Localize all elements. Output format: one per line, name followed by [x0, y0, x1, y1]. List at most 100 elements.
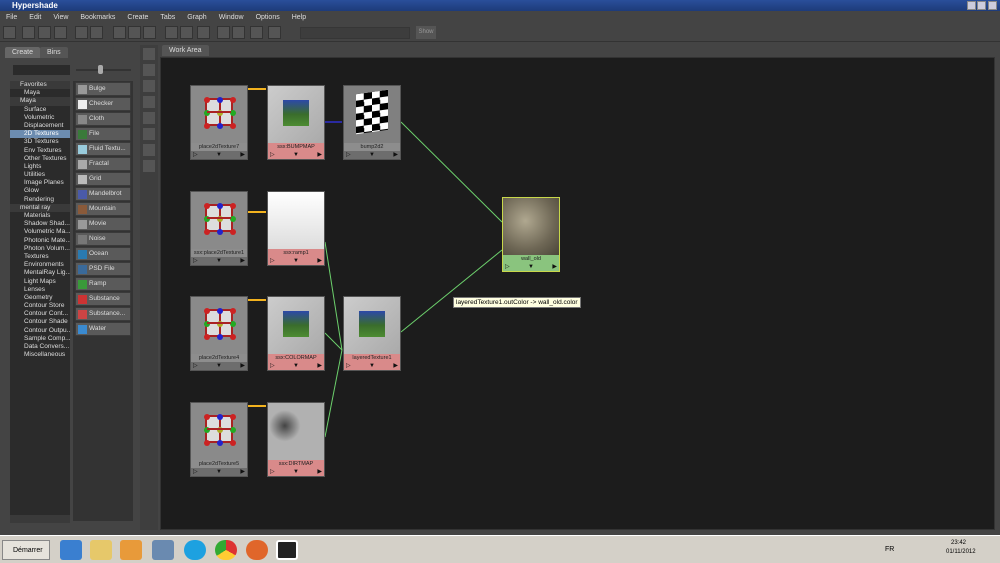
- toolbar-button[interactable]: [22, 26, 35, 39]
- toolbar-button[interactable]: [197, 26, 210, 39]
- input-port-icon[interactable]: ▷: [193, 151, 198, 159]
- output-port-icon[interactable]: ▶: [317, 362, 322, 370]
- toolbar-button[interactable]: [268, 26, 281, 39]
- maximize-button[interactable]: [977, 1, 986, 10]
- output-port-icon[interactable]: ▶: [240, 151, 245, 159]
- tree-item[interactable]: Miscellaneous: [10, 351, 70, 359]
- shading-node[interactable]: place2dTexture5 ▷ ▼ ▶: [190, 402, 248, 477]
- tree-item[interactable]: Displacement: [10, 122, 70, 130]
- output-port-icon[interactable]: ▶: [393, 362, 398, 370]
- node-button[interactable]: Mandelbrot: [75, 187, 131, 201]
- tree-header[interactable]: Favorites: [10, 81, 70, 90]
- expand-icon[interactable]: ▼: [216, 468, 222, 476]
- expand-icon[interactable]: ▼: [369, 362, 375, 370]
- node-button[interactable]: Substance: [75, 292, 131, 306]
- input-port-icon[interactable]: ▷: [346, 151, 351, 159]
- tree-item[interactable]: Glow: [10, 187, 70, 195]
- shading-node[interactable]: ssx:ramp1 ▷ ▼ ▶: [267, 191, 325, 266]
- expand-icon[interactable]: ▼: [293, 151, 299, 159]
- tree-item[interactable]: Image Planes: [10, 179, 70, 187]
- output-port-icon[interactable]: ▶: [240, 257, 245, 265]
- toolbar-button[interactable]: [113, 26, 126, 39]
- maya-icon[interactable]: [276, 540, 298, 560]
- tab-work-area[interactable]: Work Area: [162, 45, 209, 56]
- expand-icon[interactable]: ▼: [369, 151, 375, 159]
- node-button[interactable]: Checker: [75, 97, 131, 111]
- horizontal-scrollbar[interactable]: [10, 515, 70, 523]
- node-button[interactable]: Fractal: [75, 157, 131, 171]
- toolbar-button[interactable]: [232, 26, 245, 39]
- output-port-icon[interactable]: ▶: [393, 151, 398, 159]
- tree-item[interactable]: Photon Volum...: [10, 245, 70, 253]
- toolbar-search-field[interactable]: [300, 27, 410, 39]
- shading-node[interactable]: ssx:place2dTexture1 ▷ ▼ ▶: [190, 191, 248, 266]
- expand-icon[interactable]: ▼: [216, 151, 222, 159]
- media-player-icon[interactable]: [120, 540, 142, 560]
- node-button[interactable]: Fluid Textu...: [75, 142, 131, 156]
- output-port-icon[interactable]: ▶: [552, 263, 557, 271]
- expand-icon[interactable]: ▼: [293, 362, 299, 370]
- tree-item[interactable]: Light Maps: [10, 278, 70, 286]
- shading-node[interactable]: ssx:BUMPMAP ▷ ▼ ▶: [267, 85, 325, 160]
- menu-tabs[interactable]: Tabs: [154, 12, 181, 24]
- tree-item[interactable]: Volumetric: [10, 114, 70, 122]
- expand-icon[interactable]: ▼: [293, 257, 299, 265]
- tab-create[interactable]: Create: [5, 47, 41, 58]
- tree-item[interactable]: Lights: [10, 163, 70, 171]
- input-port-icon[interactable]: ▷: [270, 468, 275, 476]
- input-port-icon[interactable]: ▷: [505, 263, 510, 271]
- output-port-icon[interactable]: ▶: [240, 468, 245, 476]
- shading-node[interactable]: bump2d2 ▷ ▼ ▶: [343, 85, 401, 160]
- node-button[interactable]: Grid: [75, 172, 131, 186]
- start-button[interactable]: Démarrer: [2, 540, 50, 560]
- input-port-icon[interactable]: ▷: [346, 362, 351, 370]
- shading-node[interactable]: ssx:DIRTMAP ▷ ▼ ▶: [267, 402, 325, 477]
- toolbar-button[interactable]: [90, 26, 103, 39]
- tree-item[interactable]: Contour Store: [10, 302, 70, 310]
- tree-header[interactable]: mental ray: [10, 203, 70, 212]
- node-button[interactable]: Mountain: [75, 202, 131, 216]
- menu-help[interactable]: Help: [286, 12, 312, 24]
- toolbar-button[interactable]: [180, 26, 193, 39]
- menu-graph[interactable]: Graph: [181, 12, 212, 24]
- menu-file[interactable]: File: [0, 12, 23, 24]
- close-button[interactable]: [988, 1, 997, 10]
- skype-icon[interactable]: [184, 540, 206, 560]
- node-button[interactable]: Ramp: [75, 277, 131, 291]
- tree-item[interactable]: Environments: [10, 261, 70, 269]
- node-button[interactable]: PSD File: [75, 262, 131, 276]
- tree-item[interactable]: Textures: [10, 253, 70, 261]
- menu-bookmarks[interactable]: Bookmarks: [74, 12, 121, 24]
- toolbar-button[interactable]: [38, 26, 51, 39]
- expand-icon[interactable]: ▼: [528, 263, 534, 271]
- toolbar-button[interactable]: [250, 26, 263, 39]
- node-button[interactable]: Ocean: [75, 247, 131, 261]
- tree-item[interactable]: Photonic Mate...: [10, 237, 70, 245]
- output-port-icon[interactable]: ▶: [317, 151, 322, 159]
- toolbar-button[interactable]: [54, 26, 67, 39]
- shading-node[interactable]: ssx:COLORMAP ▷ ▼ ▶: [267, 296, 325, 371]
- shading-node[interactable]: place2dTexture4 ▷ ▼ ▶: [190, 296, 248, 371]
- toolbar-button[interactable]: [75, 26, 88, 39]
- node-button[interactable]: Cloth: [75, 112, 131, 126]
- language-indicator[interactable]: FR: [885, 546, 894, 553]
- tree-item[interactable]: Env Textures: [10, 147, 70, 155]
- explorer-icon[interactable]: [90, 540, 112, 560]
- expand-icon[interactable]: ▼: [293, 468, 299, 476]
- tree-item[interactable]: Contour Outpu...: [10, 327, 70, 335]
- app-icon[interactable]: [152, 540, 174, 560]
- expand-icon[interactable]: ▼: [216, 257, 222, 265]
- tree-item[interactable]: Utilities: [10, 171, 70, 179]
- firefox-icon[interactable]: [246, 540, 268, 560]
- tree-item[interactable]: 3D Textures: [10, 138, 70, 146]
- tree-item[interactable]: Shadow Shad...: [10, 220, 70, 228]
- chrome-icon[interactable]: [215, 540, 237, 560]
- tree-item[interactable]: Maya: [10, 89, 70, 97]
- clock-date[interactable]: 01/11/2012: [946, 549, 976, 555]
- node-button[interactable]: Substance...: [75, 307, 131, 321]
- output-port-icon[interactable]: ▶: [317, 257, 322, 265]
- shading-node[interactable]: layeredTexture1 ▷ ▼ ▶: [343, 296, 401, 371]
- ie-icon[interactable]: [60, 540, 82, 560]
- tree-item[interactable]: Contour Shade: [10, 318, 70, 326]
- tree-item[interactable]: Sample Comp...: [10, 335, 70, 343]
